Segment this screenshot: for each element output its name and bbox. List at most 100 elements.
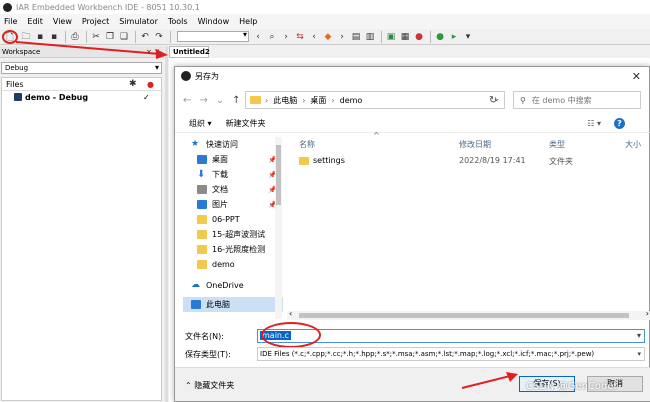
hide-folders-label: 隐藏文件夹 — [194, 381, 235, 390]
check-icon: ✓ — [143, 92, 150, 102]
compile-icon[interactable]: ▤ — [350, 31, 362, 43]
star-icon: ★ — [191, 139, 200, 149]
nav-item-downloads[interactable]: ⬇ 下载 📌 — [183, 167, 283, 182]
column-size[interactable]: 大小 — [625, 139, 641, 150]
highlight-oval — [261, 322, 321, 348]
config-select[interactable]: Debug — [1, 62, 162, 74]
nav-item-16[interactable]: 16-光照度检测 — [183, 242, 283, 257]
menu-edit[interactable]: Edit — [27, 17, 43, 26]
goto-icon[interactable]: ⇆ — [294, 31, 306, 43]
chevron-up-icon: ⌃ — [185, 381, 192, 390]
forward-arrow-icon[interactable]: → — [199, 95, 207, 106]
folder-icon — [197, 245, 207, 254]
nav-item-label: 此电脑 — [206, 300, 230, 309]
find-combo[interactable] — [177, 30, 249, 42]
nav-scrollbar[interactable] — [275, 137, 282, 319]
file-list-header: 名称 ^ 修改日期 类型 大小 — [287, 131, 650, 151]
window-title: IAR Embedded Workbench IDE - 8051 10.30.… — [16, 2, 200, 12]
save-as-dialog: 另存为 ✕ ← → ⌄ ↑ › 此电脑 › 桌面 › demo ⌄ ↻ ⚲ 在 … — [174, 66, 650, 402]
watermark: CSDN @GenCoder — [526, 381, 618, 392]
nav-item-desktop[interactable]: 桌面 📌 — [183, 152, 283, 167]
find-left-icon[interactable]: ‹ — [252, 31, 264, 43]
find-icon[interactable]: ⌕ — [266, 31, 278, 43]
panel-splitter[interactable] — [165, 46, 168, 402]
nav-forward-icon[interactable]: › — [336, 31, 348, 43]
column-name[interactable]: 名称 — [299, 139, 315, 150]
filename-label: 文件名(N): — [185, 331, 224, 341]
menu-simulator[interactable]: Simulator — [119, 17, 158, 26]
folder-icon — [250, 96, 261, 104]
menu-view[interactable]: View — [53, 17, 72, 26]
nav-item-this-pc[interactable]: 此电脑 — [183, 297, 283, 312]
files-column-header: Files — [6, 79, 24, 89]
menu-project[interactable]: Project — [82, 17, 109, 26]
scrollbar-thumb[interactable] — [299, 313, 629, 318]
toolbar-separator — [381, 30, 382, 43]
menu-window[interactable]: Window — [198, 17, 230, 26]
breadcrumb-demo[interactable]: demo — [340, 96, 363, 105]
project-row[interactable]: demo - Debug ✓ — [2, 91, 161, 103]
find-next-icon[interactable]: › — [280, 31, 292, 43]
scroll-left-icon[interactable]: ‹ — [289, 309, 292, 318]
nav-item-label: 下载 — [212, 170, 228, 179]
nav-item-label: demo — [212, 260, 235, 269]
nav-item-06-ppt[interactable]: 06-PPT — [183, 212, 283, 227]
nav-item-quick-access[interactable]: ★ 快速访问 — [183, 137, 283, 152]
build-icon[interactable]: ▣ — [385, 31, 397, 43]
nav-item-label: 06-PPT — [212, 215, 240, 224]
back-arrow-icon[interactable]: ← — [183, 95, 191, 106]
sort-up-icon: ^ — [373, 131, 380, 140]
new-folder-button[interactable]: 新建文件夹 — [226, 118, 266, 129]
refresh-icon[interactable]: ↻ — [489, 95, 497, 106]
workspace-tree: Files ✱ ● demo - Debug ✓ — [1, 77, 162, 401]
view-options-icon[interactable]: ☷ ▾ — [587, 119, 601, 128]
menu-tools[interactable]: Tools — [168, 17, 188, 26]
up-arrow-icon[interactable]: ↑ — [232, 95, 240, 106]
editor-tab[interactable]: Untitled2 — [169, 46, 210, 58]
recent-dropdown-icon[interactable]: ⌄ — [216, 95, 224, 106]
download-debug-icon[interactable]: ● — [434, 31, 446, 43]
debug-no-download-icon[interactable]: ▸ — [448, 31, 460, 43]
breakpoint-icon[interactable]: ● — [413, 31, 425, 43]
nav-item-demo[interactable]: demo — [183, 257, 283, 272]
nav-item-label: 快速访问 — [206, 140, 238, 149]
hide-folders-toggle[interactable]: ⌃ 隐藏文件夹 — [185, 380, 234, 391]
file-row[interactable]: settings 2022/8/19 17:41 文件夹 — [287, 155, 647, 169]
file-date: 2022/8/19 17:41 — [459, 156, 526, 165]
breadcrumb-desktop[interactable]: 桌面 — [310, 95, 326, 106]
filetype-select[interactable]: IDE Files (*.c;*.cpp;*.cc;*.h;*.hpp;*.s*… — [257, 347, 645, 361]
nav-item-documents[interactable]: 文档 📌 — [183, 182, 283, 197]
breadcrumb-this-pc[interactable]: 此电脑 — [273, 95, 297, 106]
make-icon[interactable]: ▥ — [364, 31, 376, 43]
file-list-hscrollbar[interactable]: ‹ › — [287, 309, 650, 320]
nav-item-label: 图片 — [212, 200, 228, 209]
breakpoint-dot-icon: ● — [147, 79, 154, 89]
scroll-right-icon[interactable]: › — [646, 309, 649, 318]
menu-help[interactable]: Help — [239, 17, 257, 26]
address-row: ← → ⌄ ↑ › 此电脑 › 桌面 › demo ⌄ ↻ ⚲ 在 demo 中… — [175, 89, 650, 111]
document-icon — [197, 185, 207, 194]
bookmark-icon[interactable]: ◆ — [322, 31, 334, 43]
project-name: demo - Debug — [25, 92, 89, 102]
nav-item-label: OneDrive — [206, 281, 244, 290]
stop-build-icon[interactable]: ▦ — [399, 31, 411, 43]
nav-back-icon[interactable]: ‹ — [308, 31, 320, 43]
picture-icon — [197, 200, 207, 209]
file-list: 名称 ^ 修改日期 类型 大小 settings 2022/8/19 17:41… — [287, 131, 650, 319]
toolbar-overflow-icon[interactable]: ▾ — [462, 31, 474, 43]
organize-button[interactable]: 组织 ▾ — [189, 118, 212, 129]
search-input[interactable]: ⚲ 在 demo 中搜索 — [513, 91, 641, 109]
search-icon: ⚲ — [520, 95, 526, 105]
address-bar[interactable]: › 此电脑 › 桌面 › demo ⌄ — [245, 91, 505, 109]
nav-item-pictures[interactable]: 图片 📌 — [183, 197, 283, 212]
scrollbar-thumb[interactable] — [276, 145, 281, 205]
close-icon[interactable]: ✕ — [632, 70, 641, 83]
help-icon[interactable]: ? — [614, 118, 625, 129]
menu-file[interactable]: File — [4, 17, 17, 26]
column-type[interactable]: 类型 — [549, 139, 565, 150]
column-date[interactable]: 修改日期 — [459, 139, 491, 150]
nav-item-onedrive[interactable]: ☁ OneDrive — [183, 278, 283, 293]
nav-item-15[interactable]: 15-超声波测试 — [183, 227, 283, 242]
annotation-arrow — [15, 41, 168, 59]
chevron-right-icon: › — [265, 95, 269, 105]
